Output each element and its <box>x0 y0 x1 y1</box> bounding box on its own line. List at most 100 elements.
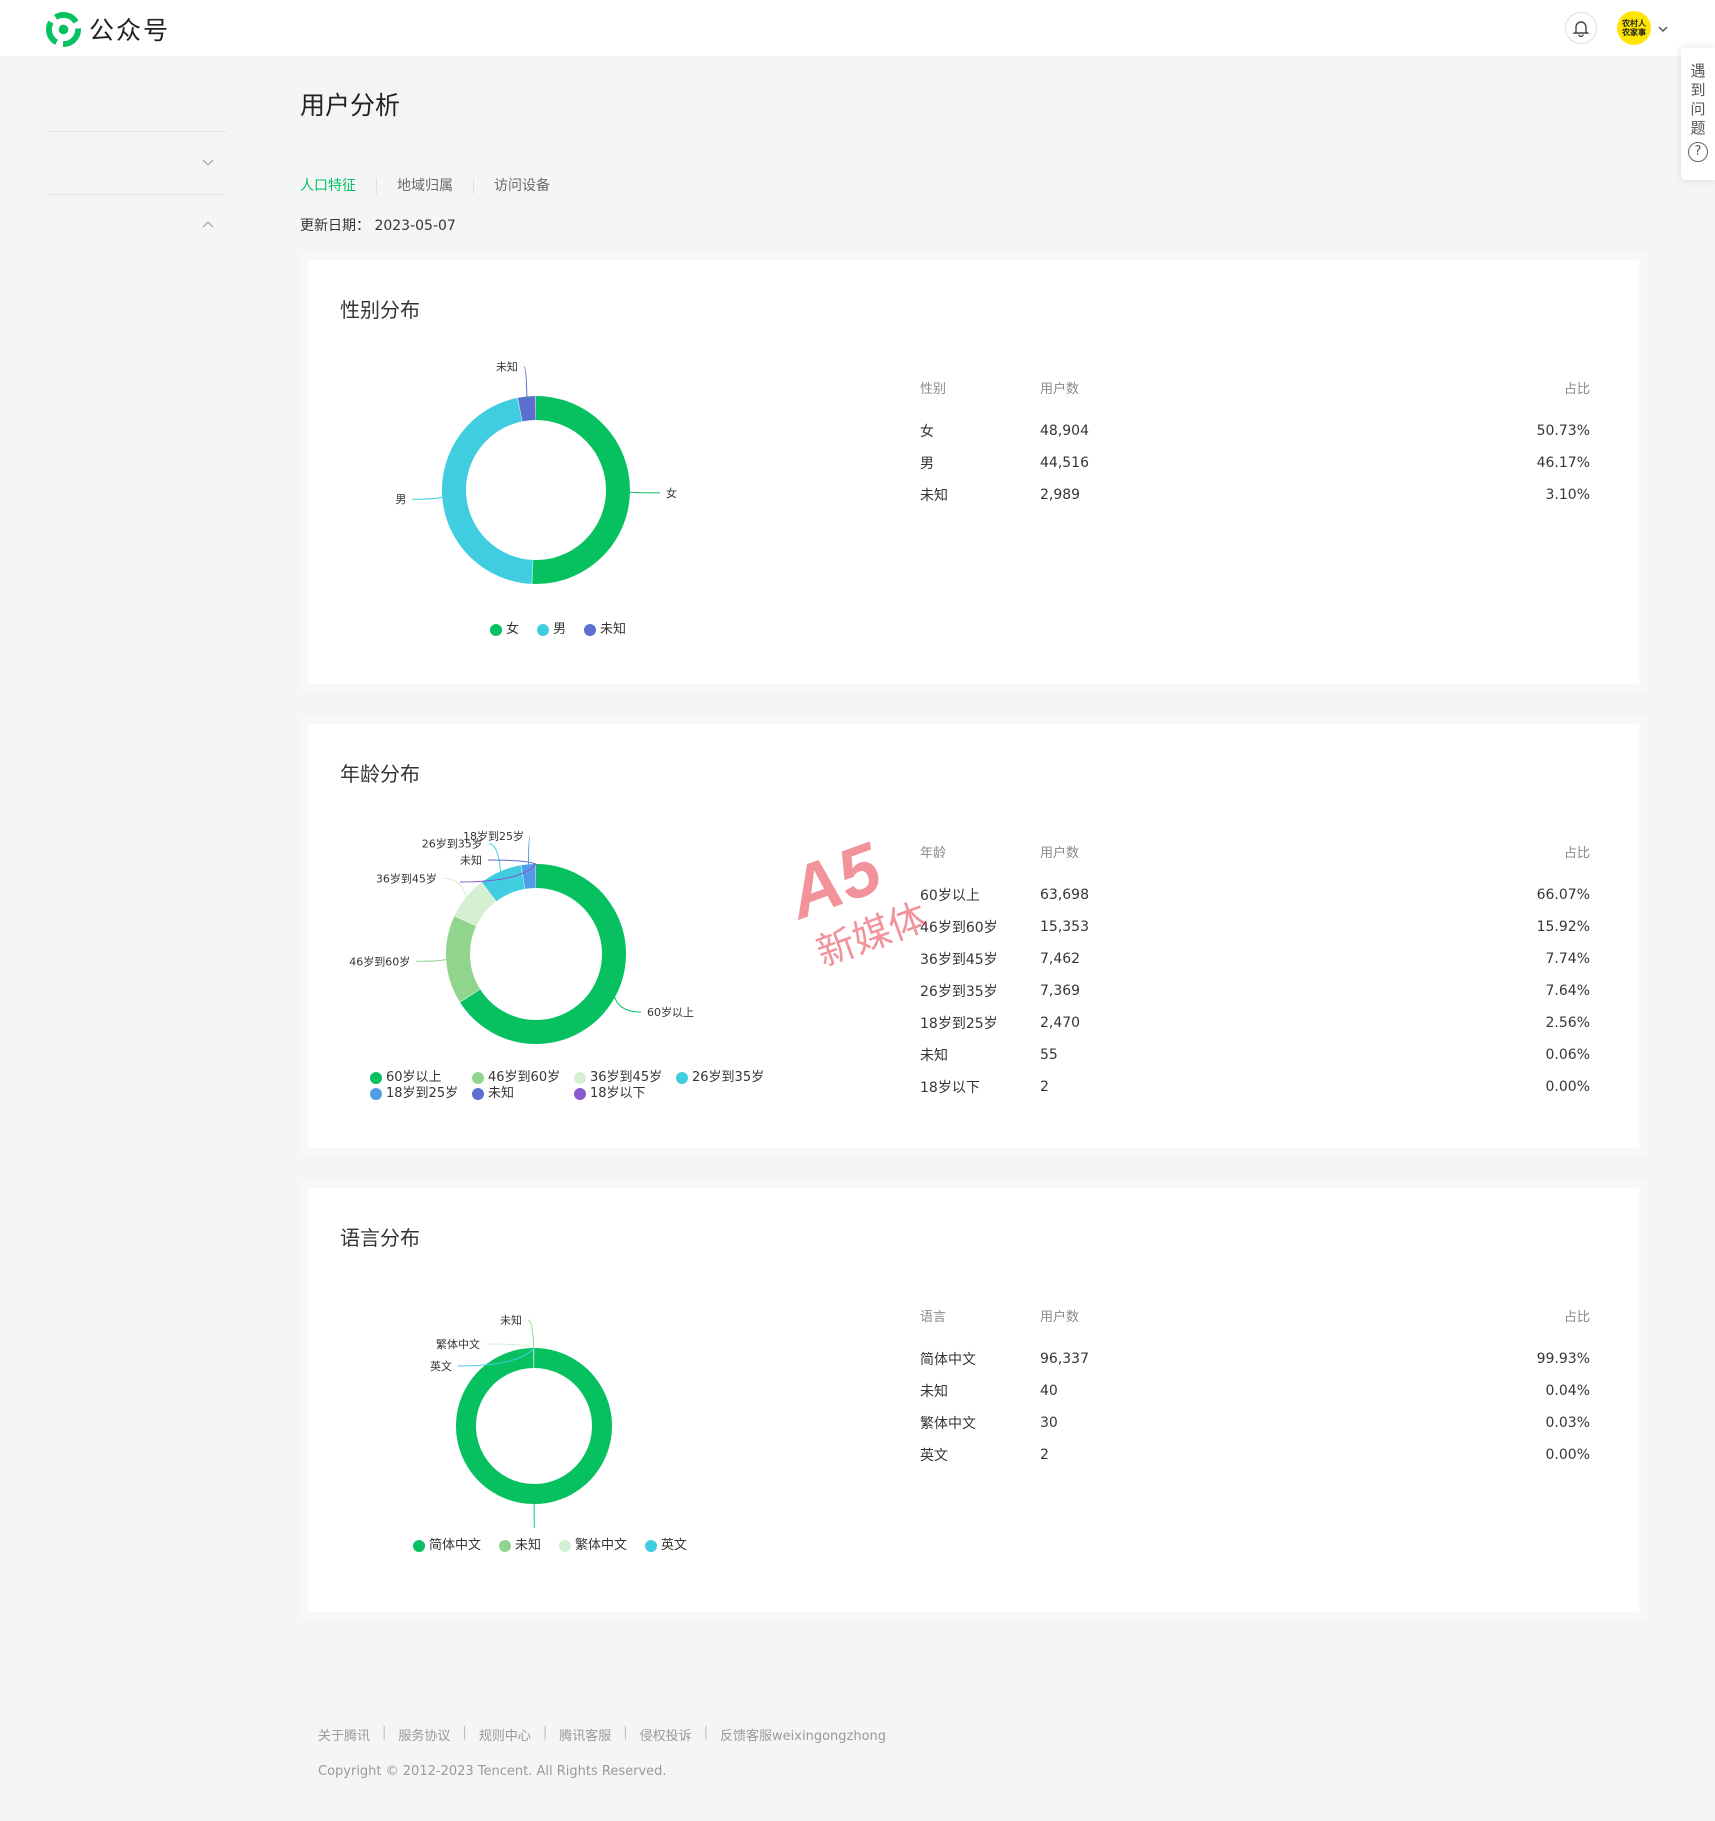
avatar[interactable]: 农村人农家事 <box>1617 11 1651 45</box>
header-col2: 用户数 <box>1040 846 1080 861</box>
language-table: 语言 用户数 占比 简体中文 96,337 99.93% 未知 40 0.04% 繁体中… <box>920 1308 1590 1471</box>
row-pct: 0.04% <box>1545 1383 1590 1399</box>
legend-dot <box>490 624 502 636</box>
row-count: 7,369 <box>1040 983 1081 999</box>
legend-item[interactable]: 36岁到45岁 <box>574 1070 676 1086</box>
donut-slice[interactable] <box>521 864 536 889</box>
question-icon: ? <box>1688 142 1708 162</box>
legend-item[interactable]: 未知 <box>472 1086 574 1102</box>
row-name: 60岁以上 <box>920 888 980 904</box>
notification-bell-button[interactable] <box>1565 12 1597 44</box>
legend-dot <box>499 1540 512 1552</box>
row-count: 48,904 <box>1040 423 1089 439</box>
legend-item[interactable]: 女 <box>490 622 519 638</box>
logo[interactable]: 公众号 <box>46 11 170 47</box>
legend-item[interactable]: 繁体中文 <box>559 1538 627 1554</box>
language-legend: 简体中文 未知 繁体中文 英文 <box>413 1538 753 1554</box>
help-char: 遇 <box>1690 62 1706 80</box>
footer-link[interactable]: 关于腾讯 <box>318 1725 370 1744</box>
legend-label: 未知 <box>515 1538 542 1553</box>
chevron-up-icon[interactable] <box>200 216 216 232</box>
legend-item[interactable]: 18岁以下 <box>574 1086 676 1102</box>
slice-label: 18岁到25岁 <box>463 829 524 843</box>
sidebar-divider <box>48 131 226 132</box>
legend-dot <box>370 1088 382 1100</box>
legend-label: 36岁到45岁 <box>590 1070 663 1085</box>
donut-slice[interactable] <box>454 882 497 927</box>
row-pct: 66.07% <box>1536 887 1590 903</box>
row-name: 未知 <box>920 488 948 504</box>
table-row: 未知 40 0.04% <box>920 1375 1590 1407</box>
chevron-down-icon[interactable] <box>1656 22 1670 36</box>
legend-item[interactable]: 未知 <box>584 622 626 638</box>
footer-link[interactable]: 反馈客服weixingongzhong <box>720 1725 886 1744</box>
row-count: 2,470 <box>1040 1015 1081 1031</box>
table-row: 18岁到25岁 2,470 2.56% <box>920 1007 1590 1039</box>
table-row: 英文 2 0.00% <box>920 1439 1590 1471</box>
tab-devices[interactable]: 访问设备 <box>473 178 570 194</box>
row-count: 2 <box>1040 1447 1049 1463</box>
slice-label: 46岁到60岁 <box>349 954 410 968</box>
legend-label: 英文 <box>661 1538 688 1553</box>
table-header: 性别 用户数 占比 <box>920 380 1590 400</box>
row-count: 15,353 <box>1040 919 1089 935</box>
legend-label: 未知 <box>600 622 627 637</box>
legend-item[interactable]: 简体中文 <box>413 1538 481 1554</box>
row-count: 44,516 <box>1040 455 1089 471</box>
leader-line <box>488 843 502 872</box>
row-name: 繁体中文 <box>920 1416 976 1432</box>
donut-slice[interactable] <box>517 396 536 422</box>
gender-legend: 女 男 未知 <box>490 622 750 638</box>
table-row: 未知 55 0.06% <box>920 1039 1590 1071</box>
row-pct: 0.00% <box>1545 1447 1590 1463</box>
row-pct: 0.00% <box>1545 1079 1590 1095</box>
table-row: 60岁以上 63,698 66.07% <box>920 879 1590 911</box>
row-count: 55 <box>1040 1047 1058 1063</box>
donut-slice[interactable] <box>456 1348 612 1504</box>
slice-label: 未知 <box>500 1313 522 1327</box>
leader-line <box>442 877 467 898</box>
donut-slice[interactable] <box>442 397 534 584</box>
legend-item[interactable]: 60岁以上 <box>370 1070 472 1086</box>
legend-dot <box>574 1072 586 1084</box>
footer-link[interactable]: 规则中心 <box>479 1725 531 1744</box>
leader-line <box>614 997 642 1013</box>
donut-slice[interactable] <box>481 865 526 902</box>
footer-link[interactable]: 腾讯客服 <box>559 1725 611 1744</box>
legend-label: 繁体中文 <box>575 1538 628 1553</box>
donut-slice[interactable] <box>532 396 630 584</box>
bell-icon <box>1572 21 1590 37</box>
row-name: 18岁到25岁 <box>920 1016 998 1032</box>
row-pct: 3.10% <box>1545 487 1590 503</box>
legend-item[interactable]: 未知 <box>499 1538 541 1554</box>
slice-label: 未知 <box>496 360 518 374</box>
card-title: 年龄分布 <box>340 762 420 786</box>
row-pct: 0.06% <box>1545 1047 1590 1063</box>
update-label: 更新日期： <box>300 218 370 234</box>
legend-item[interactable]: 46岁到60岁 <box>472 1070 574 1086</box>
row-name: 未知 <box>920 1384 948 1400</box>
row-name: 未知 <box>920 1048 948 1064</box>
header-col1: 语言 <box>920 1310 947 1325</box>
header-col3: 占比 <box>1563 382 1590 397</box>
legend-item[interactable]: 26岁到35岁 <box>676 1070 778 1086</box>
tab-bar: 人口特征 地域归属 访问设备 <box>300 178 570 194</box>
chevron-down-icon[interactable] <box>200 154 216 170</box>
tab-demographics[interactable]: 人口特征 <box>300 178 376 194</box>
footer-link[interactable]: 侵权投诉 <box>640 1725 692 1744</box>
legend-item[interactable]: 18岁到25岁 <box>370 1086 472 1102</box>
donut-slice[interactable] <box>446 916 481 1002</box>
legend-item[interactable]: 男 <box>537 622 566 638</box>
table-row: 26岁到35岁 7,369 7.64% <box>920 975 1590 1007</box>
row-pct: 2.56% <box>1545 1015 1590 1031</box>
table-row: 简体中文 96,337 99.93% <box>920 1343 1590 1375</box>
table-row: 46岁到60岁 15,353 15.92% <box>920 911 1590 943</box>
copyright: Copyright © 2012-2023 Tencent. All Right… <box>318 1764 667 1779</box>
legend-dot <box>537 624 550 636</box>
footer-link[interactable]: 服务协议 <box>398 1725 450 1744</box>
tab-region[interactable]: 地域归属 <box>376 178 473 194</box>
legend-item[interactable]: 英文 <box>645 1538 687 1554</box>
row-count: 2 <box>1040 1079 1049 1095</box>
help-side-tab[interactable]: 遇 到 问 题 ? <box>1681 48 1715 180</box>
table-header: 年龄 用户数 占比 <box>920 844 1590 864</box>
